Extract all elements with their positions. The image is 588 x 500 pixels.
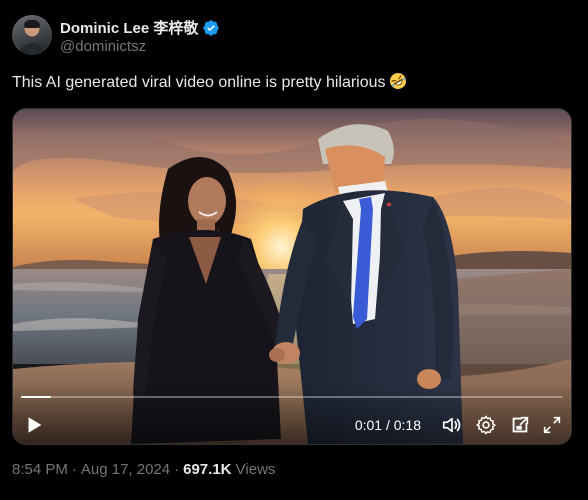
tweet-date[interactable]: Aug 17, 2024 bbox=[81, 461, 170, 478]
video-progress-fill bbox=[21, 396, 51, 398]
gear-icon[interactable] bbox=[475, 414, 497, 436]
video-progress-track[interactable] bbox=[21, 396, 563, 398]
views-label: Views bbox=[235, 461, 276, 478]
meta-separator: · bbox=[71, 461, 77, 478]
verified-badge-icon bbox=[203, 19, 220, 36]
video-time-readout: 0:01 / 0:18 bbox=[354, 417, 421, 433]
play-icon[interactable] bbox=[23, 414, 45, 436]
views-count[interactable]: 697.1K bbox=[183, 461, 231, 478]
tweet-time[interactable]: 8:54 PM bbox=[12, 461, 68, 478]
volume-icon[interactable] bbox=[441, 414, 463, 436]
avatar-hair bbox=[24, 20, 40, 28]
fullscreen-icon[interactable] bbox=[541, 414, 563, 436]
tweet-card: Dominic Lee 李梓敬 @dominictsz This AI gene… bbox=[0, 0, 588, 500]
video-player[interactable]: 0:01 / 0:18 bbox=[12, 108, 572, 445]
author-handle[interactable]: @dominictsz bbox=[60, 38, 146, 55]
video-controls-bar: 0:01 / 0:18 bbox=[13, 384, 571, 444]
tweet-text-content: This AI generated viral video online is … bbox=[12, 74, 386, 91]
tweet-text: This AI generated viral video online is … bbox=[12, 72, 407, 94]
author-avatar[interactable] bbox=[12, 15, 52, 55]
avatar-shoulders bbox=[18, 43, 46, 55]
tweet-meta: 8:54 PM · Aug 17, 2024 · 697.1K Views bbox=[12, 461, 275, 478]
rolling-on-floor-laughing-emoji-icon bbox=[389, 73, 406, 89]
author-display-name[interactable]: Dominic Lee 李梓敬 bbox=[60, 17, 198, 38]
author-name-row[interactable]: Dominic Lee 李梓敬 bbox=[60, 17, 220, 38]
picture-in-picture-icon[interactable] bbox=[509, 414, 531, 436]
meta-separator-2: · bbox=[174, 461, 180, 478]
